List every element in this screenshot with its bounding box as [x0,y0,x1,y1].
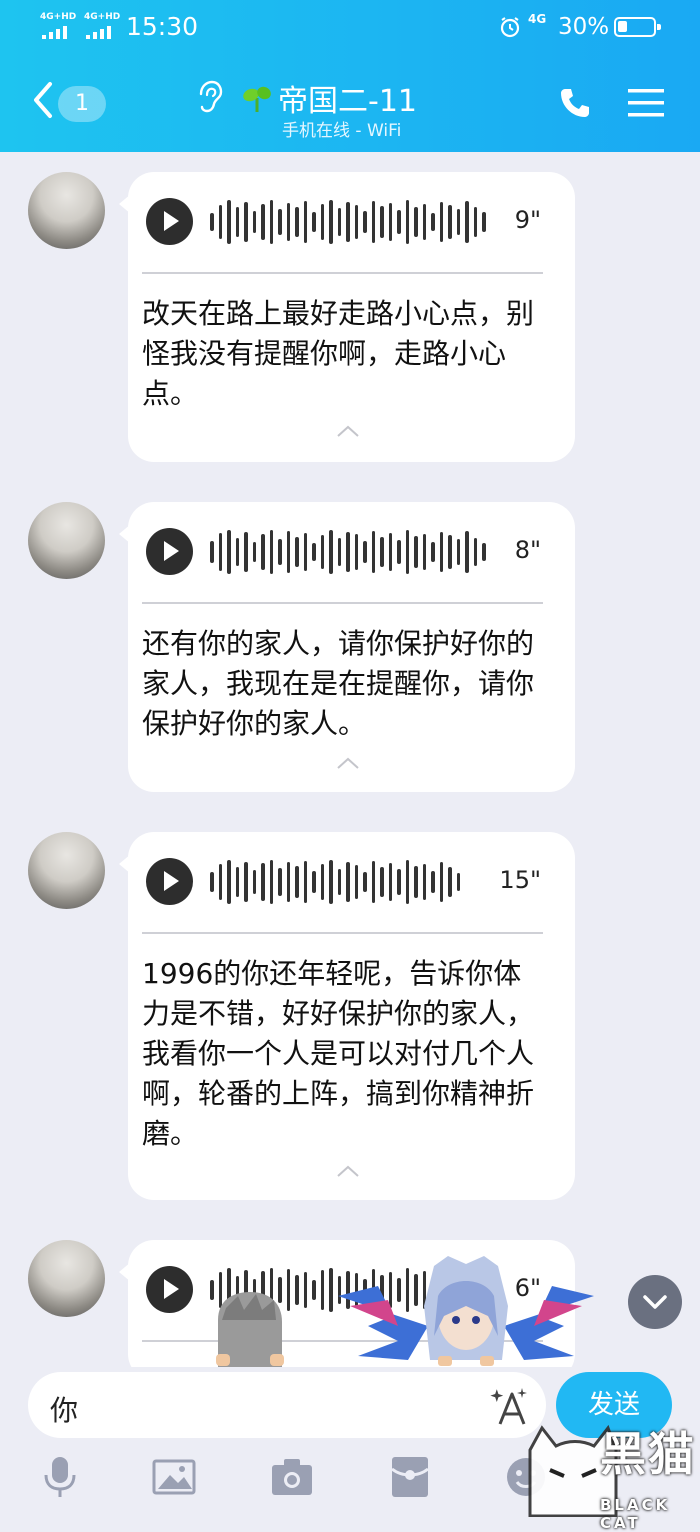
voice-transcript: 改天在路上最好走路小心点，别怪我没有提醒你啊，走路小心点。 [142,297,535,410]
battery-percent: 30% [558,14,610,40]
signal-label-1: 4G+HD [40,12,77,22]
sender-avatar[interactable] [28,832,105,909]
voice-duration: 9" [514,206,541,234]
app-header: 4G+HD 4G+HD 15:30 4G 30% 1 帝国二-11 手机在线 -… [0,0,700,152]
waveform [210,200,486,244]
divider [142,932,543,934]
voice-message[interactable]: 15" 1996的你还年轻呢，告诉你体力是不错，好好保护你的家人，我看你一个人是… [119,832,575,1200]
chat-navbar: 1 帝国二-11 手机在线 - WiFi [0,56,700,152]
waveform [210,860,460,904]
camera-icon[interactable] [270,1455,314,1499]
chevron-up-icon[interactable] [336,424,360,438]
divider [142,602,543,604]
battery-icon [614,17,661,37]
chevron-down-icon [643,1295,667,1309]
online-status: 手机在线 - WiFi [282,121,402,141]
scroll-down-button[interactable] [628,1275,682,1329]
waveform [210,530,486,574]
status-bar: 4G+HD 4G+HD 15:30 4G 30% [0,0,700,56]
voice-transcript: 还有你的家人，请你保护好你的家人，我现在是在提醒你，请你保护好你的家人。 [142,627,535,740]
microphone-icon[interactable] [38,1455,82,1499]
clock: 15:30 [126,12,199,41]
play-icon[interactable] [146,198,193,245]
message-input[interactable]: 你 [28,1372,546,1438]
unread-badge[interactable]: 1 [58,86,106,122]
divider [142,272,543,274]
red-packet-icon[interactable] [388,1455,432,1499]
signal-bars-1-icon [42,26,67,39]
voice-duration: 8" [514,536,541,564]
back-chevron-icon[interactable] [30,80,60,120]
play-icon[interactable] [146,1266,193,1313]
sender-avatar[interactable] [28,172,105,249]
play-icon[interactable] [146,858,193,905]
sprout-icon [243,86,271,112]
chevron-up-icon[interactable] [336,756,360,770]
voice-message[interactable]: 9" 改天在路上最好走路小心点，别怪我没有提醒你啊，走路小心点。 [119,172,575,462]
winged-character-sticker [338,1256,594,1366]
message-input-value: 你 [50,1394,79,1427]
watermark-cn: 黑猫 [600,1427,696,1481]
signal-bars-2-icon [86,26,111,39]
menu-icon[interactable] [628,86,664,120]
image-icon[interactable] [152,1455,196,1499]
ear-icon[interactable] [195,80,223,114]
voice-duration: 15" [499,866,541,894]
voice-transcript: 1996的你还年轻呢，告诉你体力是不错，好好保护你的家人，我看你一个人是可以对付… [142,957,535,1150]
signal-label-2: 4G+HD [84,12,121,22]
play-icon[interactable] [146,528,193,575]
sender-avatar[interactable] [28,1240,105,1317]
voice-message[interactable]: 8" 还有你的家人，请你保护好你的家人，我现在是在提醒你，请你保护好你的家人。 [119,502,575,792]
network-type: 4G [528,12,547,26]
watermark-en: BLACK CAT [600,1496,671,1532]
chat-title[interactable]: 帝国二-11 [278,76,417,120]
sender-avatar[interactable] [28,502,105,579]
alarm-icon [500,17,520,38]
grey-character-sticker [216,1292,284,1370]
chevron-up-icon[interactable] [336,1164,360,1178]
phone-icon[interactable] [558,86,592,120]
